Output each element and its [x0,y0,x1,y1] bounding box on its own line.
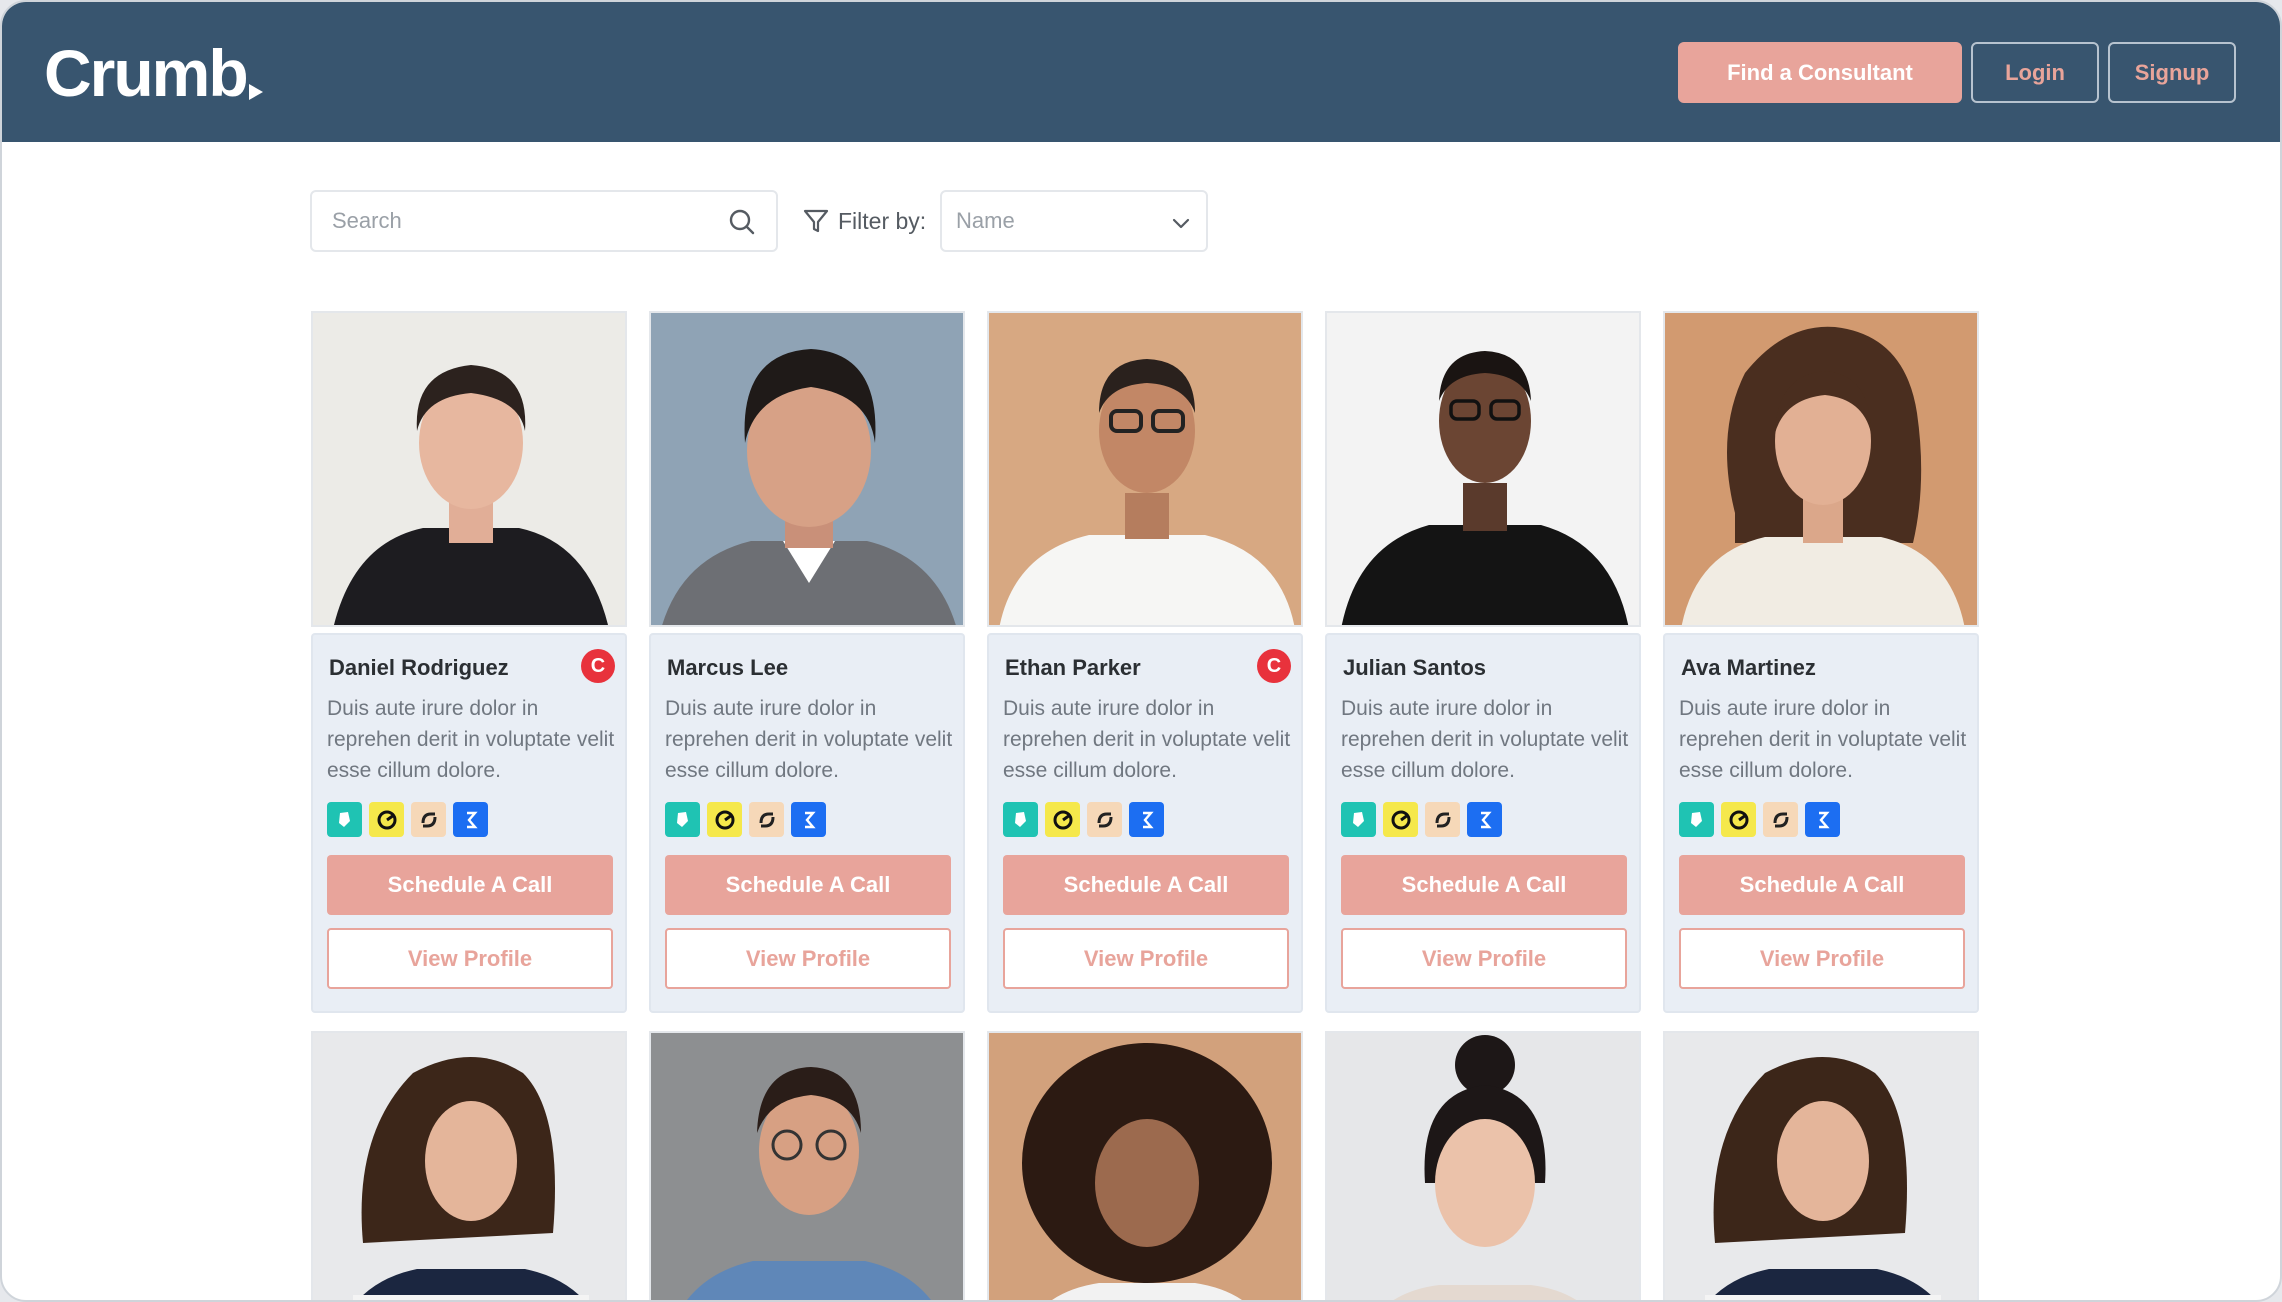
filter-select[interactable]: Name [940,190,1208,252]
loop-logo-icon [749,802,784,837]
login-button[interactable]: Login [1971,42,2099,103]
crumb-logo[interactable]: Crumb [44,36,263,106]
search-input[interactable] [332,208,712,234]
loop-logo-icon [1763,802,1798,837]
tool-icons [327,802,611,837]
consultant-card: Daniel Rodriguez C Duis aute irure dolor… [311,311,627,1013]
loop-logo-icon [1087,802,1122,837]
loop-logo-icon [411,802,446,837]
consultant-photo [311,311,627,627]
consultant-description: Duis aute irure dolor in reprehen derit … [665,697,953,782]
consultant-card [987,1031,1303,1300]
schedule-call-button[interactable]: Schedule A Call [1003,855,1289,915]
consultant-card: Julian Santos Duis aute irure dolor in r… [1325,311,1641,1013]
top-navigation-bar: Crumb Find a Consultant Login Signup [2,2,2280,142]
consultant-name[interactable]: Daniel Rodriguez [327,655,611,681]
consultant-grid: Daniel Rodriguez C Duis aute irure dolor… [311,311,1979,1300]
consultant-card: Ethan Parker C Duis aute irure dolor in … [987,311,1303,1013]
consultant-card [1663,1031,1979,1300]
consultant-card: Marcus Lee Duis aute irure dolor in repr… [649,311,965,1013]
swirl-logo-icon [1383,802,1418,837]
consultant-card [311,1031,627,1300]
consultant-card: Ava Martinez Duis aute irure dolor in re… [1663,311,1979,1013]
schedule-call-button[interactable]: Schedule A Call [665,855,951,915]
swirl-logo-icon [1721,802,1756,837]
consultant-name[interactable]: Julian Santos [1341,655,1625,681]
swirl-logo-icon [369,802,404,837]
card-body: Ava Martinez Duis aute irure dolor in re… [1663,633,1979,1013]
consultant-photo [1325,1031,1641,1300]
tool-icons [1679,802,1963,837]
search-box [310,190,778,252]
swirl-logo-icon [707,802,742,837]
deliveroo-icon [1679,802,1714,837]
consultant-card [649,1031,965,1300]
deliveroo-icon [327,802,362,837]
consultant-photo [987,311,1303,627]
signup-button[interactable]: Signup [2108,42,2236,103]
filter-icon [803,209,829,233]
schedule-call-button[interactable]: Schedule A Call [1341,855,1627,915]
bracket-logo-icon [1129,802,1164,837]
consultant-name[interactable]: Ethan Parker [1003,655,1287,681]
consultant-name[interactable]: Marcus Lee [665,655,949,681]
deliveroo-icon [1341,802,1376,837]
bracket-logo-icon [1805,802,1840,837]
consultant-photo [1663,1031,1979,1300]
filter-selected-value: Name [956,208,1015,233]
find-consultant-button[interactable]: Find a Consultant [1678,42,1962,103]
certified-badge: C [581,649,615,683]
view-profile-button[interactable]: View Profile [665,928,951,989]
view-profile-button[interactable]: View Profile [327,928,613,989]
consultant-photo [987,1031,1303,1300]
deliveroo-icon [665,802,700,837]
certified-badge: C [1257,649,1291,683]
consultant-photo [649,311,965,627]
consultant-description: Duis aute irure dolor in reprehen derit … [1341,697,1629,782]
logo-arrow-icon [248,84,263,100]
consultant-photo [649,1031,965,1300]
loop-logo-icon [1425,802,1460,837]
consultant-description: Duis aute irure dolor in reprehen derit … [1003,697,1291,782]
search-icon[interactable] [728,208,756,236]
consultant-card [1325,1031,1641,1300]
app-window: Crumb Find a Consultant Login Signup Fil… [0,0,2282,1302]
view-profile-button[interactable]: View Profile [1679,928,1965,989]
card-body: Daniel Rodriguez C Duis aute irure dolor… [311,633,627,1013]
logo-text: Crumb [44,36,249,110]
filter-label: Filter by: [838,208,927,234]
consultant-photo [311,1031,627,1300]
bracket-logo-icon [791,802,826,837]
deliveroo-icon [1003,802,1038,837]
card-body: Ethan Parker C Duis aute irure dolor in … [987,633,1303,1013]
consultant-name[interactable]: Ava Martinez [1679,655,1963,681]
view-profile-button[interactable]: View Profile [1341,928,1627,989]
tool-icons [665,802,949,837]
bracket-logo-icon [1467,802,1502,837]
consultant-photo [1325,311,1641,627]
view-profile-button[interactable]: View Profile [1003,928,1289,989]
consultant-photo [1663,311,1979,627]
chevron-down-icon [1172,218,1190,229]
schedule-call-button[interactable]: Schedule A Call [1679,855,1965,915]
consultant-description: Duis aute irure dolor in reprehen derit … [1679,697,1967,782]
schedule-call-button[interactable]: Schedule A Call [327,855,613,915]
card-body: Marcus Lee Duis aute irure dolor in repr… [649,633,965,1013]
swirl-logo-icon [1045,802,1080,837]
tool-icons [1341,802,1625,837]
tool-icons [1003,802,1287,837]
card-body: Julian Santos Duis aute irure dolor in r… [1325,633,1641,1013]
bracket-logo-icon [453,802,488,837]
consultant-description: Duis aute irure dolor in reprehen derit … [327,697,615,782]
